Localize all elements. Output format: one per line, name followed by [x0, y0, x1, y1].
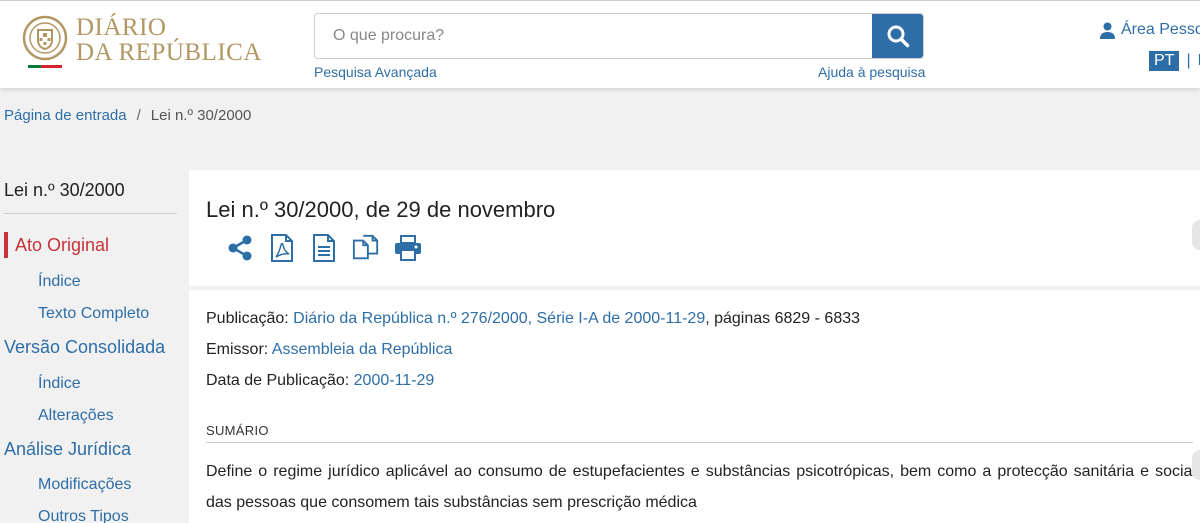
publicacao-label: Publicação:	[206, 310, 289, 327]
sidebar-item-indice[interactable]: Índice	[38, 273, 81, 291]
sidebar-item-versao-consolidada[interactable]: Versão Consolidada	[4, 337, 165, 358]
site-logo[interactable]: DIÁRIO DA REPÚBLICA	[22, 15, 262, 68]
copy-icon[interactable]	[352, 233, 380, 263]
pdf-icon[interactable]	[268, 233, 296, 263]
emissor-row: Emissor: Assembleia da República	[206, 341, 452, 359]
sidebar-item-texto-completo[interactable]: Texto Completo	[38, 305, 149, 323]
emissor-link[interactable]: Assembleia da República	[272, 341, 453, 358]
publicacao-row: Publicação: Diário da República n.º 276/…	[206, 310, 860, 328]
share-icon[interactable]	[226, 233, 254, 263]
document-actions	[226, 233, 436, 263]
user-area-link[interactable]: Área Pessoal	[1100, 21, 1200, 39]
sumario-divider	[206, 442, 1193, 443]
breadcrumb: Página de entrada / Lei n.º 30/2000	[4, 107, 251, 124]
user-area-label: Área Pessoal	[1121, 21, 1200, 38]
lang-pt[interactable]: PT	[1149, 51, 1180, 71]
document-header-card: Lei n.º 30/2000, de 29 de novembro	[189, 170, 1200, 286]
search-button[interactable]	[872, 14, 923, 58]
document-title: Lei n.º 30/2000, de 29 de novembro	[206, 197, 556, 222]
sidebar-item-outros-tipos[interactable]: Outros Tipos	[38, 508, 129, 523]
publicacao-link[interactable]: Diário da República n.º 276/2000, Série …	[293, 310, 705, 327]
print-icon[interactable]	[394, 233, 422, 263]
flag-stripe	[28, 65, 62, 68]
breadcrumb-current: Lei n.º 30/2000	[150, 107, 252, 124]
logo-text: DIÁRIO DA REPÚBLICA	[76, 15, 262, 65]
search-input[interactable]	[315, 14, 872, 58]
logo-line-2: DA REPÚBLICA	[76, 39, 262, 66]
sidebar-item-modificacoes[interactable]: Modificações	[38, 476, 131, 494]
scroll-tab	[1192, 220, 1200, 250]
search-icon	[887, 25, 910, 48]
sidebar-title: Lei n.º 30/2000	[4, 180, 125, 200]
republic-seal-icon	[22, 15, 68, 68]
active-indicator	[4, 232, 8, 258]
sidebar-item-analise-juridica[interactable]: Análise Jurídica	[4, 439, 131, 460]
breadcrumb-separator: /	[136, 107, 141, 124]
sidebar-item-ato-original[interactable]: Ato Original	[15, 235, 109, 256]
language-switcher: PT | EN	[1149, 51, 1200, 71]
data-publicacao-row: Data de Publicação: 2000-11-29	[206, 372, 434, 390]
data-publicacao-link[interactable]: 2000-11-29	[354, 372, 435, 389]
user-icon	[1100, 22, 1115, 39]
emissor-label: Emissor:	[206, 341, 269, 358]
sidebar-item-alteracoes[interactable]: Alterações	[38, 407, 114, 425]
sidebar-item-indice-consolidada[interactable]: Índice	[38, 375, 81, 393]
sumario-heading: SUMÁRIO	[206, 423, 269, 438]
search-help-link[interactable]: Ajuda à pesquisa	[818, 64, 925, 80]
logo-line-1: DIÁRIO	[76, 14, 167, 41]
publicacao-pages: , páginas 6829 - 6833	[705, 310, 861, 327]
lang-separator: |	[1186, 52, 1191, 69]
sumario-text: Define o regime jurídico aplicável ao co…	[206, 463, 1196, 511]
scroll-tab-lower	[1192, 450, 1200, 480]
search-box	[314, 13, 924, 59]
document-body-card: Publicação: Diário da República n.º 276/…	[189, 290, 1200, 523]
document-icon[interactable]	[310, 233, 338, 263]
data-publicacao-label: Data de Publicação:	[206, 372, 350, 389]
advanced-search-link[interactable]: Pesquisa Avançada	[314, 64, 437, 80]
sidebar-divider	[4, 213, 177, 214]
breadcrumb-home[interactable]: Página de entrada	[4, 107, 127, 124]
site-header: DIÁRIO DA REPÚBLICA Pesquisa Avançada Aj…	[0, 0, 1200, 88]
